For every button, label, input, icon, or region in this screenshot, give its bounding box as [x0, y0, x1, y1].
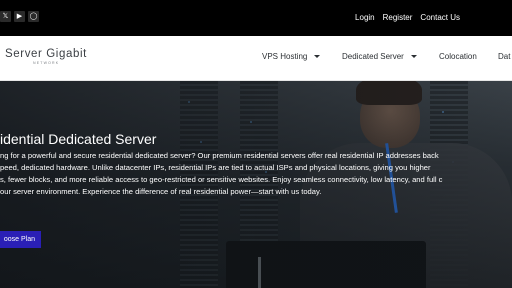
- nav-label: VPS Hosting: [262, 52, 308, 61]
- contact-us-link[interactable]: Contact Us: [420, 13, 460, 22]
- hero-description-line: ng for a powerful and secure residential…: [0, 151, 439, 160]
- logo-subtext: NETWORK: [33, 61, 60, 65]
- main-header: Server Gigabit NETWORK VPS Hosting Dedic…: [0, 36, 512, 81]
- nav-item-data[interactable]: Dat: [498, 52, 510, 61]
- site-logo[interactable]: Server Gigabit NETWORK: [5, 48, 87, 65]
- logo-text: Server Gigabit: [5, 48, 87, 60]
- nav-item-colocation[interactable]: Colocation: [439, 52, 477, 61]
- hero-description-line: s, fewer blocks, and more reliable acces…: [0, 175, 443, 184]
- login-link[interactable]: Login: [355, 13, 375, 22]
- nav-item-dedicated-server[interactable]: Dedicated Server: [342, 52, 417, 61]
- instagram-icon[interactable]: ◯: [28, 11, 39, 22]
- top-bar: 𝕏 ▶ ◯ Login Register Contact Us: [0, 0, 512, 36]
- youtube-icon[interactable]: ▶: [14, 11, 25, 22]
- nav-item-vps-hosting[interactable]: VPS Hosting: [262, 52, 321, 61]
- hero-description-line: our server environment. Experience the d…: [0, 187, 322, 196]
- nav-label: Dat: [498, 52, 511, 61]
- choose-plan-button[interactable]: oose Plan: [0, 231, 41, 248]
- twitter-icon[interactable]: 𝕏: [0, 11, 11, 22]
- chevron-down-icon: [314, 55, 321, 58]
- nav-label: Colocation: [439, 52, 477, 61]
- top-links: Login Register Contact Us: [355, 13, 460, 22]
- hero-title: idential Dedicated Server: [0, 131, 157, 148]
- hero-description: ng for a powerful and secure residential…: [0, 150, 512, 198]
- chevron-down-icon: [410, 55, 417, 58]
- nav-label: Dedicated Server: [342, 52, 404, 61]
- hero-description-line: peed, dedicated hardware. Unlike datacen…: [0, 163, 431, 172]
- social-links: 𝕏 ▶ ◯: [0, 11, 39, 22]
- register-link[interactable]: Register: [383, 13, 413, 22]
